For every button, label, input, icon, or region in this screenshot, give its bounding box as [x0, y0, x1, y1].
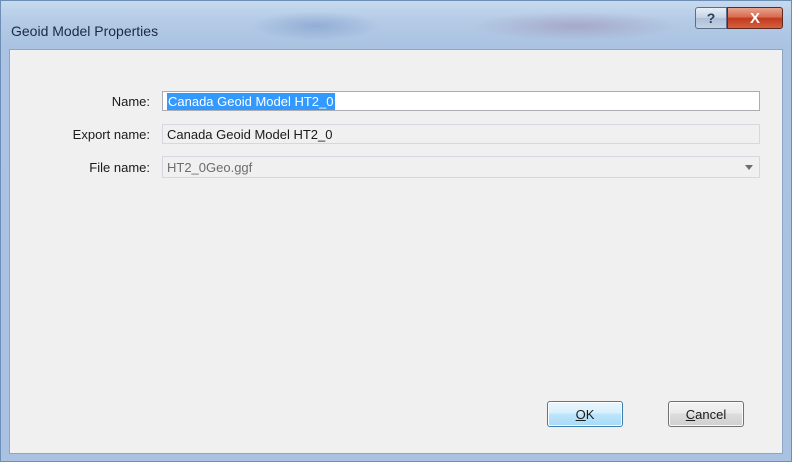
ok-mnemonic: O	[575, 406, 586, 422]
name-input-value: Canada Geoid Model HT2_0	[167, 92, 335, 110]
background-blur	[251, 11, 381, 41]
export-name-field: Canada Geoid Model HT2_0	[162, 124, 760, 144]
export-name-label: Export name:	[72, 127, 150, 142]
name-input[interactable]: Canada Geoid Model HT2_0	[162, 91, 760, 111]
cancel-label-rest: ancel	[695, 406, 727, 422]
export-name-value: Canada Geoid Model HT2_0	[167, 126, 333, 142]
close-button[interactable]: X	[727, 7, 783, 29]
ok-button[interactable]: OK	[547, 401, 623, 427]
name-label: Name:	[111, 94, 150, 109]
help-button[interactable]: ?	[695, 7, 727, 29]
file-name-label: File name:	[89, 160, 150, 175]
window-bottom-border	[1, 454, 791, 462]
help-icon: ?	[706, 10, 716, 26]
file-name-dropdown[interactable]: HT2_0Geo.ggf	[162, 156, 760, 178]
dialog-client-area: Name: Canada Geoid Model HT2_0 Export na…	[9, 49, 783, 454]
title-bar[interactable]: Geoid Model Properties ? X	[1, 1, 791, 49]
file-name-value: HT2_0Geo.ggf	[167, 159, 253, 175]
window-title: Geoid Model Properties	[11, 23, 159, 39]
background-blur	[471, 11, 681, 41]
close-icon: X	[749, 9, 760, 27]
cancel-mnemonic: C	[685, 406, 696, 422]
ok-label-rest: K	[585, 406, 595, 422]
chevron-down-icon[interactable]	[745, 165, 753, 170]
cancel-button[interactable]: Cancel	[668, 401, 744, 427]
dialog-window: Geoid Model Properties ? X Name: Canada …	[0, 0, 792, 462]
